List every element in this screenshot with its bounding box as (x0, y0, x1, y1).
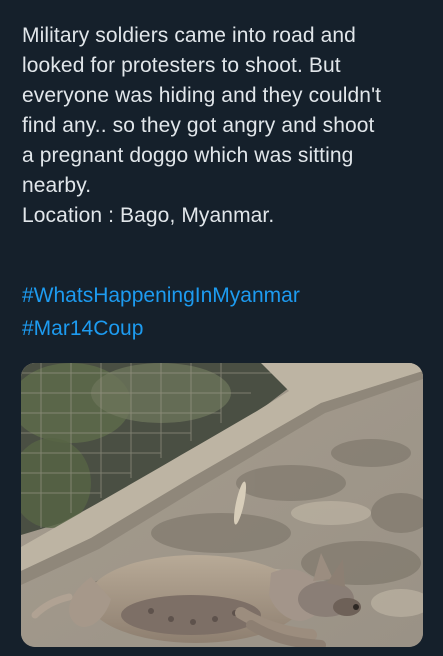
hashtag-link-whatshappeninginmyanmar[interactable]: #WhatsHappeningInMyanmar (22, 279, 300, 312)
tweet-text-line: find any.. so they got angry and shoot (22, 114, 375, 137)
tweet-text-line: everyone was hiding and they couldn't (22, 84, 382, 107)
tweet-text-line: a pregnant doggo which was sitting (22, 144, 354, 167)
tweet-screenshot: Military soldiers came into road and loo… (0, 0, 443, 656)
tweet-text-line: nearby. (22, 174, 92, 197)
dog-on-pavement-photo (21, 363, 423, 647)
hashtag-list: #WhatsHappeningInMyanmar #Mar14Coup (22, 279, 300, 345)
tweet-location-line: Location : Bago, Myanmar. (22, 204, 275, 227)
hashtag-link-mar14coup[interactable]: #Mar14Coup (22, 312, 300, 345)
tweet-body: Military soldiers came into road and loo… (22, 21, 432, 231)
tweet-photo[interactable] (21, 363, 423, 647)
tweet-text-line: looked for protesters to shoot. But (22, 54, 341, 77)
tweet-text-line: Military soldiers came into road and (22, 24, 356, 47)
